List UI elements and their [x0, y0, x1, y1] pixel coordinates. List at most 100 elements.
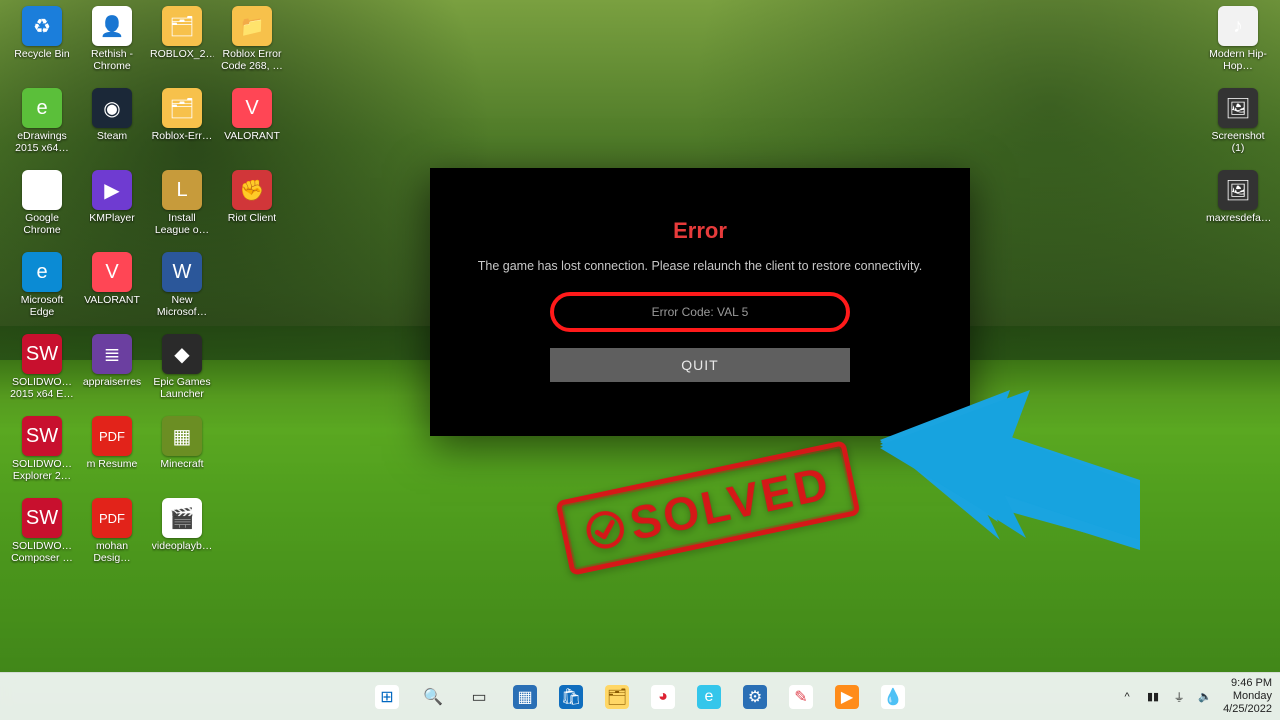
desktop-icon[interactable]: eMicrosoft Edge: [10, 252, 74, 330]
file-explorer-button[interactable]: 🗂: [597, 677, 637, 717]
desktop-icon[interactable]: ◉Steam: [80, 88, 144, 166]
desktop-icon[interactable]: 🗂Roblox-Err…: [150, 88, 214, 166]
desktop-icon[interactable]: VVALORANT: [220, 88, 284, 166]
desktop-icon[interactable]: WNew Microsof…: [150, 252, 214, 330]
snipping-tool-button[interactable]: ✎: [781, 677, 821, 717]
desktop-icon[interactable]: eeDrawings 2015 x64…: [10, 88, 74, 166]
desktop-icon[interactable]: VVALORANT: [80, 252, 144, 330]
desktop-icon-label: Rethish - Chrome: [80, 48, 144, 72]
tray-chevron-up-icon[interactable]: ^: [1119, 689, 1135, 705]
paint-button[interactable]: 💧: [873, 677, 913, 717]
app-icon: SW: [22, 334, 62, 374]
battery-icon[interactable]: ▮▮: [1145, 689, 1161, 705]
media-player-button[interactable]: ▶: [827, 677, 867, 717]
app-icon: e: [22, 252, 62, 292]
desktop-icon[interactable]: LInstall League o…: [150, 170, 214, 248]
taskbar-center: ⊞ 🔍 ▭ ▦ 🛍 🗂 ◕ e ⚙ ✎ ▶ 💧: [367, 677, 913, 717]
widgets-button[interactable]: ▦: [505, 677, 545, 717]
desktop-icon-label: Install League o…: [150, 212, 214, 236]
media-player-icon: ▶: [835, 685, 859, 709]
microsoft-store-button[interactable]: 🛍: [551, 677, 591, 717]
desktop-icon[interactable]: ♻Recycle Bin: [10, 6, 74, 84]
desktop-icon[interactable]: PDFm Resume: [80, 416, 144, 494]
error-code: Error Code: VAL 5: [652, 305, 749, 319]
desktop-icon[interactable]: ✊ Riot Client: [220, 170, 284, 248]
edge-icon: e: [697, 685, 721, 709]
desktop-icon-label: Riot Client: [228, 212, 276, 224]
desktop-icon[interactable]: 👤Rethish - Chrome: [80, 6, 144, 84]
start-icon: ⊞: [375, 685, 399, 709]
desktop-icon-label: mohan Desig…: [80, 540, 144, 564]
edge-button[interactable]: e: [689, 677, 729, 717]
desktop-icon-label: maxresdefa…: [1206, 212, 1270, 224]
desktop-icon-label: m Resume: [87, 458, 138, 470]
app-icon: ♻: [22, 6, 62, 46]
desktop-icon[interactable]: 📁Roblox Error Code 268, …: [220, 6, 284, 84]
taskbar-clock[interactable]: 9:46 PM Monday 4/25/2022: [1223, 677, 1272, 716]
app-icon: ▦: [162, 416, 202, 456]
desktop-icon-label: SOLIDWO… Composer …: [10, 540, 74, 564]
desktop-icon[interactable]: PDFmohan Desig…: [80, 498, 144, 576]
app-icon: 🗂: [162, 88, 202, 128]
search-button[interactable]: 🔍: [413, 677, 453, 717]
task-view-button[interactable]: ▭: [459, 677, 499, 717]
desktop-icon[interactable]: SWSOLIDWO… 2015 x64 E…: [10, 334, 74, 412]
desktop-icon[interactable]: ♪Modern Hip-Hop…: [1206, 6, 1270, 84]
app-icon: W: [162, 252, 202, 292]
desktop-icon[interactable]: ≣appraiserres: [80, 334, 144, 412]
settings-icon: ⚙: [743, 685, 767, 709]
volume-icon[interactable]: 🔈: [1197, 689, 1213, 705]
start-button[interactable]: ⊞: [367, 677, 407, 717]
app-icon: ✊: [232, 170, 272, 210]
error-title: Error: [450, 218, 950, 244]
desktop-icon-label: Roblox Error Code 268, …: [220, 48, 284, 72]
clock-day: Monday: [1223, 690, 1272, 703]
desktop-icon[interactable]: ◆Epic Games Launcher: [150, 334, 214, 412]
app-icon: 🖼: [1218, 170, 1258, 210]
desktop-icon[interactable]: 🖼Screenshot (1): [1206, 88, 1270, 166]
desktop-icon-label: Modern Hip-Hop…: [1206, 48, 1270, 72]
desktop-icon-label: Epic Games Launcher: [150, 376, 214, 400]
app-icon: SW: [22, 416, 62, 456]
system-tray: ^ ▮▮ ⏚ 🔈 9:46 PM Monday 4/25/2022: [1119, 677, 1272, 716]
desktop-icon[interactable]: ▦Minecraft: [150, 416, 214, 494]
app-icon: ≣: [92, 334, 132, 374]
app-icon: ♪: [1218, 6, 1258, 46]
photos-icon: ◕: [651, 685, 675, 709]
task-view-icon: ▭: [467, 685, 491, 709]
desktop-icon-label: Screenshot (1): [1206, 130, 1270, 154]
app-icon: ◆: [162, 334, 202, 374]
error-message: The game has lost connection. Please rel…: [450, 258, 950, 274]
widgets-icon: ▦: [513, 685, 537, 709]
app-icon: e: [22, 88, 62, 128]
desktop-icon[interactable]: SWSOLIDWO… Composer …: [10, 498, 74, 576]
desktop-icon[interactable]: SWSOLIDWO… Explorer 2…: [10, 416, 74, 494]
file-explorer-icon: 🗂: [605, 685, 629, 709]
desktop-icon-grid-right: ♪Modern Hip-Hop…🖼Screenshot (1)🖼maxresde…: [1206, 6, 1270, 248]
paint-icon: 💧: [881, 685, 905, 709]
app-icon: ▶: [92, 170, 132, 210]
desktop-icon[interactable]: 🖼 maxresdefa…: [1206, 170, 1270, 248]
error-code-highlight: Error Code: VAL 5: [550, 292, 850, 332]
desktop-icon-label: New Microsof…: [150, 294, 214, 318]
desktop-icon-label: ROBLOX_2…: [150, 48, 214, 60]
desktop-icon[interactable]: 🗂ROBLOX_2…: [150, 6, 214, 84]
app-icon: 📁: [232, 6, 272, 46]
settings-button[interactable]: ⚙: [735, 677, 775, 717]
search-icon: 🔍: [421, 685, 445, 709]
desktop-icon-label: eDrawings 2015 x64…: [10, 130, 74, 154]
wifi-icon[interactable]: ⏚: [1171, 689, 1187, 705]
app-icon: 🖼: [1218, 88, 1258, 128]
taskbar: ⊞ 🔍 ▭ ▦ 🛍 🗂 ◕ e ⚙ ✎ ▶ 💧 ^ ▮▮ ⏚ 🔈 9:46 PM Monday 4/2…: [0, 672, 1280, 720]
desktop-icon[interactable]: ▶KMPlayer: [80, 170, 144, 248]
error-dialog: Error The game has lost connection. Plea…: [430, 168, 970, 436]
desktop-icon[interactable]: ◯Google Chrome: [10, 170, 74, 248]
clock-date: 4/25/2022: [1223, 703, 1272, 716]
photos-button[interactable]: ◕: [643, 677, 683, 717]
app-icon: L: [162, 170, 202, 210]
desktop-icon[interactable]: 🎬videoplayb…: [150, 498, 214, 576]
app-icon: V: [232, 88, 272, 128]
quit-button[interactable]: QUIT: [550, 348, 850, 382]
snipping-tool-icon: ✎: [789, 685, 813, 709]
desktop-icon-label: VALORANT: [84, 294, 140, 306]
